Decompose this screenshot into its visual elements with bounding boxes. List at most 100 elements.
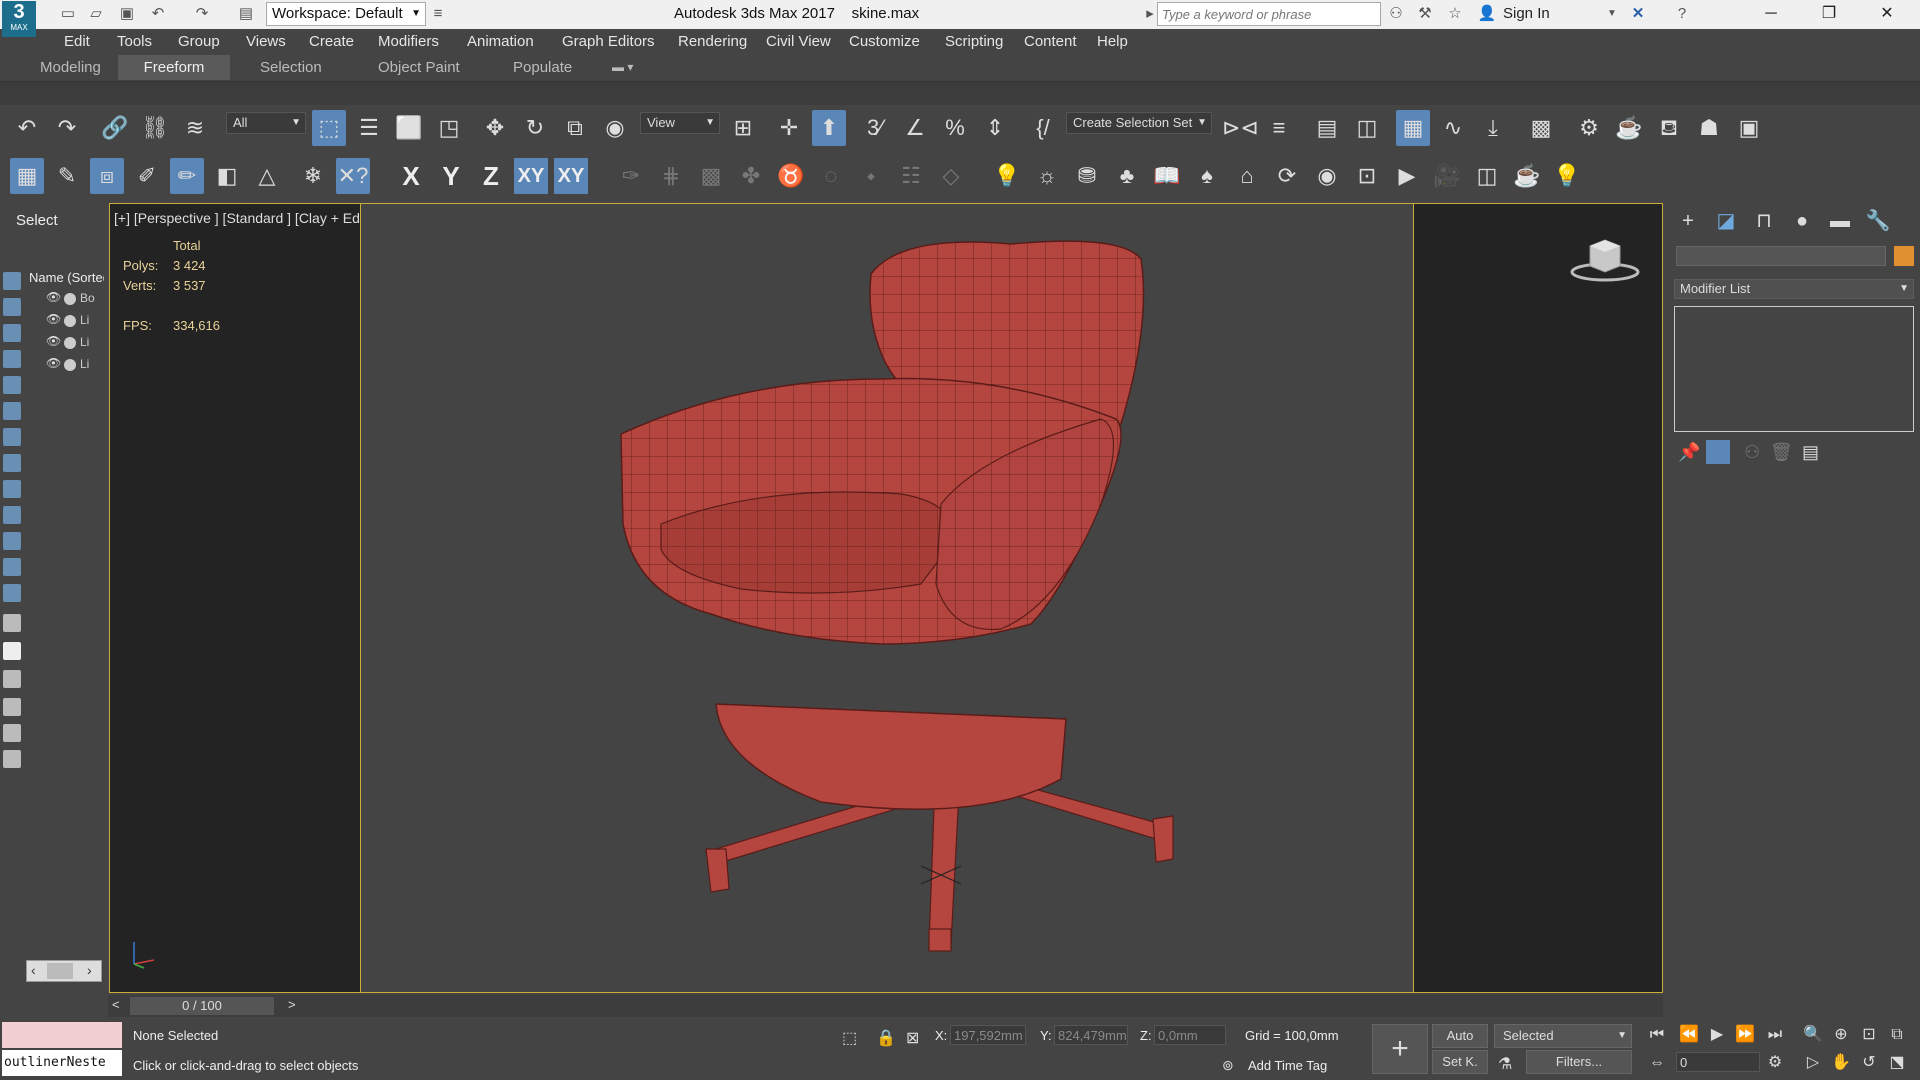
percent-snap-icon[interactable]: % bbox=[938, 110, 972, 146]
ribbon-options-icon[interactable]: ▬ ▾ bbox=[600, 55, 645, 80]
armchair-model[interactable] bbox=[361, 204, 1415, 992]
display-page-icon[interactable] bbox=[3, 670, 21, 688]
tag-icon[interactable]: ⌂ bbox=[1230, 158, 1264, 194]
select-by-name-icon[interactable]: ☰ bbox=[352, 110, 386, 146]
axis-xy-cycle-button[interactable]: XY bbox=[554, 158, 588, 194]
pencil-icon[interactable]: ✏ bbox=[170, 158, 204, 194]
layer-explorer-icon[interactable]: ▤ bbox=[1310, 110, 1344, 146]
maximize-viewport-icon[interactable]: ⬔ bbox=[1886, 1052, 1908, 1074]
dim-tool-5-icon[interactable]: ♉ bbox=[774, 158, 808, 194]
freeze-icon[interactable]: ❄ bbox=[296, 158, 330, 194]
menu-create[interactable]: Create bbox=[309, 33, 354, 50]
display-tab-icon[interactable]: ▬ bbox=[1826, 208, 1854, 234]
display-list-icon[interactable] bbox=[3, 614, 21, 632]
key-filters-icon[interactable]: ⚗ bbox=[1498, 1054, 1512, 1074]
eye-icon[interactable]: 👁 bbox=[46, 356, 61, 370]
groups-filter-icon[interactable] bbox=[3, 454, 21, 472]
tab-populate[interactable]: Populate bbox=[501, 55, 584, 80]
modifier-stack[interactable] bbox=[1674, 306, 1914, 432]
bind-space-warp-icon[interactable]: ≋ bbox=[178, 110, 212, 146]
dim-tool-1-icon[interactable]: ✑ bbox=[614, 158, 648, 194]
chevron-down-icon[interactable]: ▼ bbox=[1602, 5, 1622, 23]
hierarchy-tab-icon[interactable]: ⊓ bbox=[1750, 208, 1778, 234]
menu-rendering[interactable]: Rendering bbox=[678, 33, 747, 50]
render-dot-icon[interactable] bbox=[64, 359, 76, 371]
orbit-icon[interactable]: ↺ bbox=[1858, 1052, 1880, 1074]
link-icon[interactable]: 🔗 bbox=[98, 110, 132, 146]
star-icon[interactable]: ☆ bbox=[1445, 5, 1465, 23]
menu-scripting[interactable]: Scripting bbox=[945, 33, 1003, 50]
named-selection-set-select[interactable]: Create Selection Set ▼ bbox=[1066, 112, 1212, 134]
region-select-icon[interactable]: ⧈ bbox=[90, 158, 124, 194]
containers-filter-icon[interactable] bbox=[3, 532, 21, 550]
reference-coord-select[interactable]: View ▼ bbox=[640, 112, 720, 134]
time-slider-thumb[interactable]: 0 / 100 bbox=[130, 997, 274, 1015]
z-coord-field[interactable]: 0,0mm bbox=[1154, 1025, 1226, 1045]
auto-key-button[interactable]: Auto bbox=[1432, 1024, 1488, 1048]
pin-stack-icon[interactable]: 📌 bbox=[1678, 442, 1700, 463]
dim-tool-8-icon[interactable]: ☷ bbox=[894, 158, 928, 194]
help-icon[interactable]: ? bbox=[1672, 5, 1692, 23]
rect-selection-icon[interactable]: ⬜ bbox=[392, 110, 426, 146]
tab-object-paint[interactable]: Object Paint bbox=[366, 55, 472, 80]
open-file-icon[interactable]: ▱ bbox=[86, 5, 106, 23]
configure-sets-icon[interactable]: ▤ bbox=[1802, 442, 1819, 463]
previous-frame-icon[interactable]: ⏪ bbox=[1678, 1024, 1700, 1046]
undo-icon[interactable]: ↶ bbox=[148, 5, 168, 23]
render-setup-icon[interactable]: ⚙ bbox=[1572, 110, 1606, 146]
trees-icon[interactable]: ♣ bbox=[1110, 158, 1144, 194]
new-file-icon[interactable]: ▭ bbox=[58, 5, 78, 23]
camera-icon[interactable]: ⛃ bbox=[1070, 158, 1104, 194]
current-frame-field[interactable]: 0 bbox=[1676, 1052, 1760, 1072]
axis-z-button[interactable]: Z bbox=[474, 158, 508, 194]
set-key-icon[interactable]: + bbox=[1372, 1024, 1428, 1074]
dim-tool-2-icon[interactable]: ⋕ bbox=[654, 158, 688, 194]
render-dot-icon[interactable] bbox=[64, 337, 76, 349]
select-object-icon[interactable]: ⬚ bbox=[312, 110, 346, 146]
window-icon[interactable]: ◫ bbox=[1470, 158, 1504, 194]
eye-icon[interactable]: 👁 bbox=[46, 334, 61, 348]
unlink-icon[interactable]: ⛓ bbox=[138, 110, 172, 146]
bulb-icon[interactable]: 💡 bbox=[1550, 158, 1584, 194]
render-cloud-icon[interactable]: ▣ bbox=[1732, 110, 1766, 146]
lock-icon[interactable]: 🔒 bbox=[876, 1028, 896, 1048]
user-icon[interactable]: 👤 bbox=[1477, 5, 1497, 23]
key-mode-select[interactable]: Selected ▼ bbox=[1494, 1024, 1632, 1048]
maxscript-input[interactable]: outlinerNeste bbox=[2, 1050, 122, 1076]
dim-tool-6-icon[interactable]: ◌ bbox=[814, 158, 848, 194]
object-name-field[interactable] bbox=[1676, 246, 1886, 266]
ribbon-toggle-icon[interactable]: ▦ bbox=[1396, 110, 1430, 146]
book-icon[interactable]: 📖 bbox=[1150, 158, 1184, 194]
menu-animation[interactable]: Animation bbox=[467, 33, 534, 50]
tab-modeling[interactable]: Modeling bbox=[28, 55, 113, 80]
mirror-icon[interactable]: ⊳⊲ bbox=[1222, 110, 1259, 146]
paint-select-icon[interactable]: ✎ bbox=[50, 158, 84, 194]
render-dot-icon[interactable] bbox=[64, 293, 76, 305]
app-logo[interactable]: 3 MAX bbox=[2, 1, 36, 37]
eye-icon[interactable]: 👁 bbox=[46, 312, 61, 326]
scroll-left-icon[interactable]: ‹ bbox=[31, 962, 36, 978]
search-input[interactable]: Type a keyword or phrase bbox=[1157, 2, 1381, 26]
shapes-filter-icon[interactable] bbox=[3, 324, 21, 342]
viewcube-icon[interactable] bbox=[1570, 236, 1640, 286]
menu-edit[interactable]: Edit bbox=[64, 33, 90, 50]
hidden-filter-icon[interactable] bbox=[3, 584, 21, 602]
menu-help[interactable]: Help bbox=[1097, 33, 1128, 50]
scale-icon[interactable]: ⧉ bbox=[558, 110, 592, 146]
select-manipulate-icon[interactable]: ✛ bbox=[772, 110, 806, 146]
render-dot-icon[interactable] bbox=[64, 315, 76, 327]
make-unique-icon[interactable]: ⚇ bbox=[1744, 442, 1760, 463]
perspective-viewport[interactable]: [+] [Perspective ] [Standard ] [Clay + E… bbox=[109, 203, 1663, 993]
frame-icon[interactable]: ⊡ bbox=[1350, 158, 1384, 194]
display-none-icon[interactable] bbox=[3, 272, 21, 290]
zoom-all-icon[interactable]: ⊕ bbox=[1830, 1024, 1852, 1046]
pan-icon[interactable]: ✋ bbox=[1830, 1052, 1852, 1074]
constraint-icon[interactable]: ✕? bbox=[336, 158, 370, 194]
y-coord-field[interactable]: 824,479mm bbox=[1054, 1025, 1128, 1045]
play-icon[interactable]: ▶ bbox=[1706, 1024, 1728, 1046]
layer-manager-icon[interactable]: ◫ bbox=[1350, 110, 1384, 146]
triangle-icon[interactable]: △ bbox=[250, 158, 284, 194]
key-filters-button[interactable]: Filters... bbox=[1526, 1050, 1632, 1074]
snaps-toggle-icon[interactable]: 3⁄ bbox=[858, 110, 892, 146]
placement-icon[interactable]: ◉ bbox=[598, 110, 632, 146]
